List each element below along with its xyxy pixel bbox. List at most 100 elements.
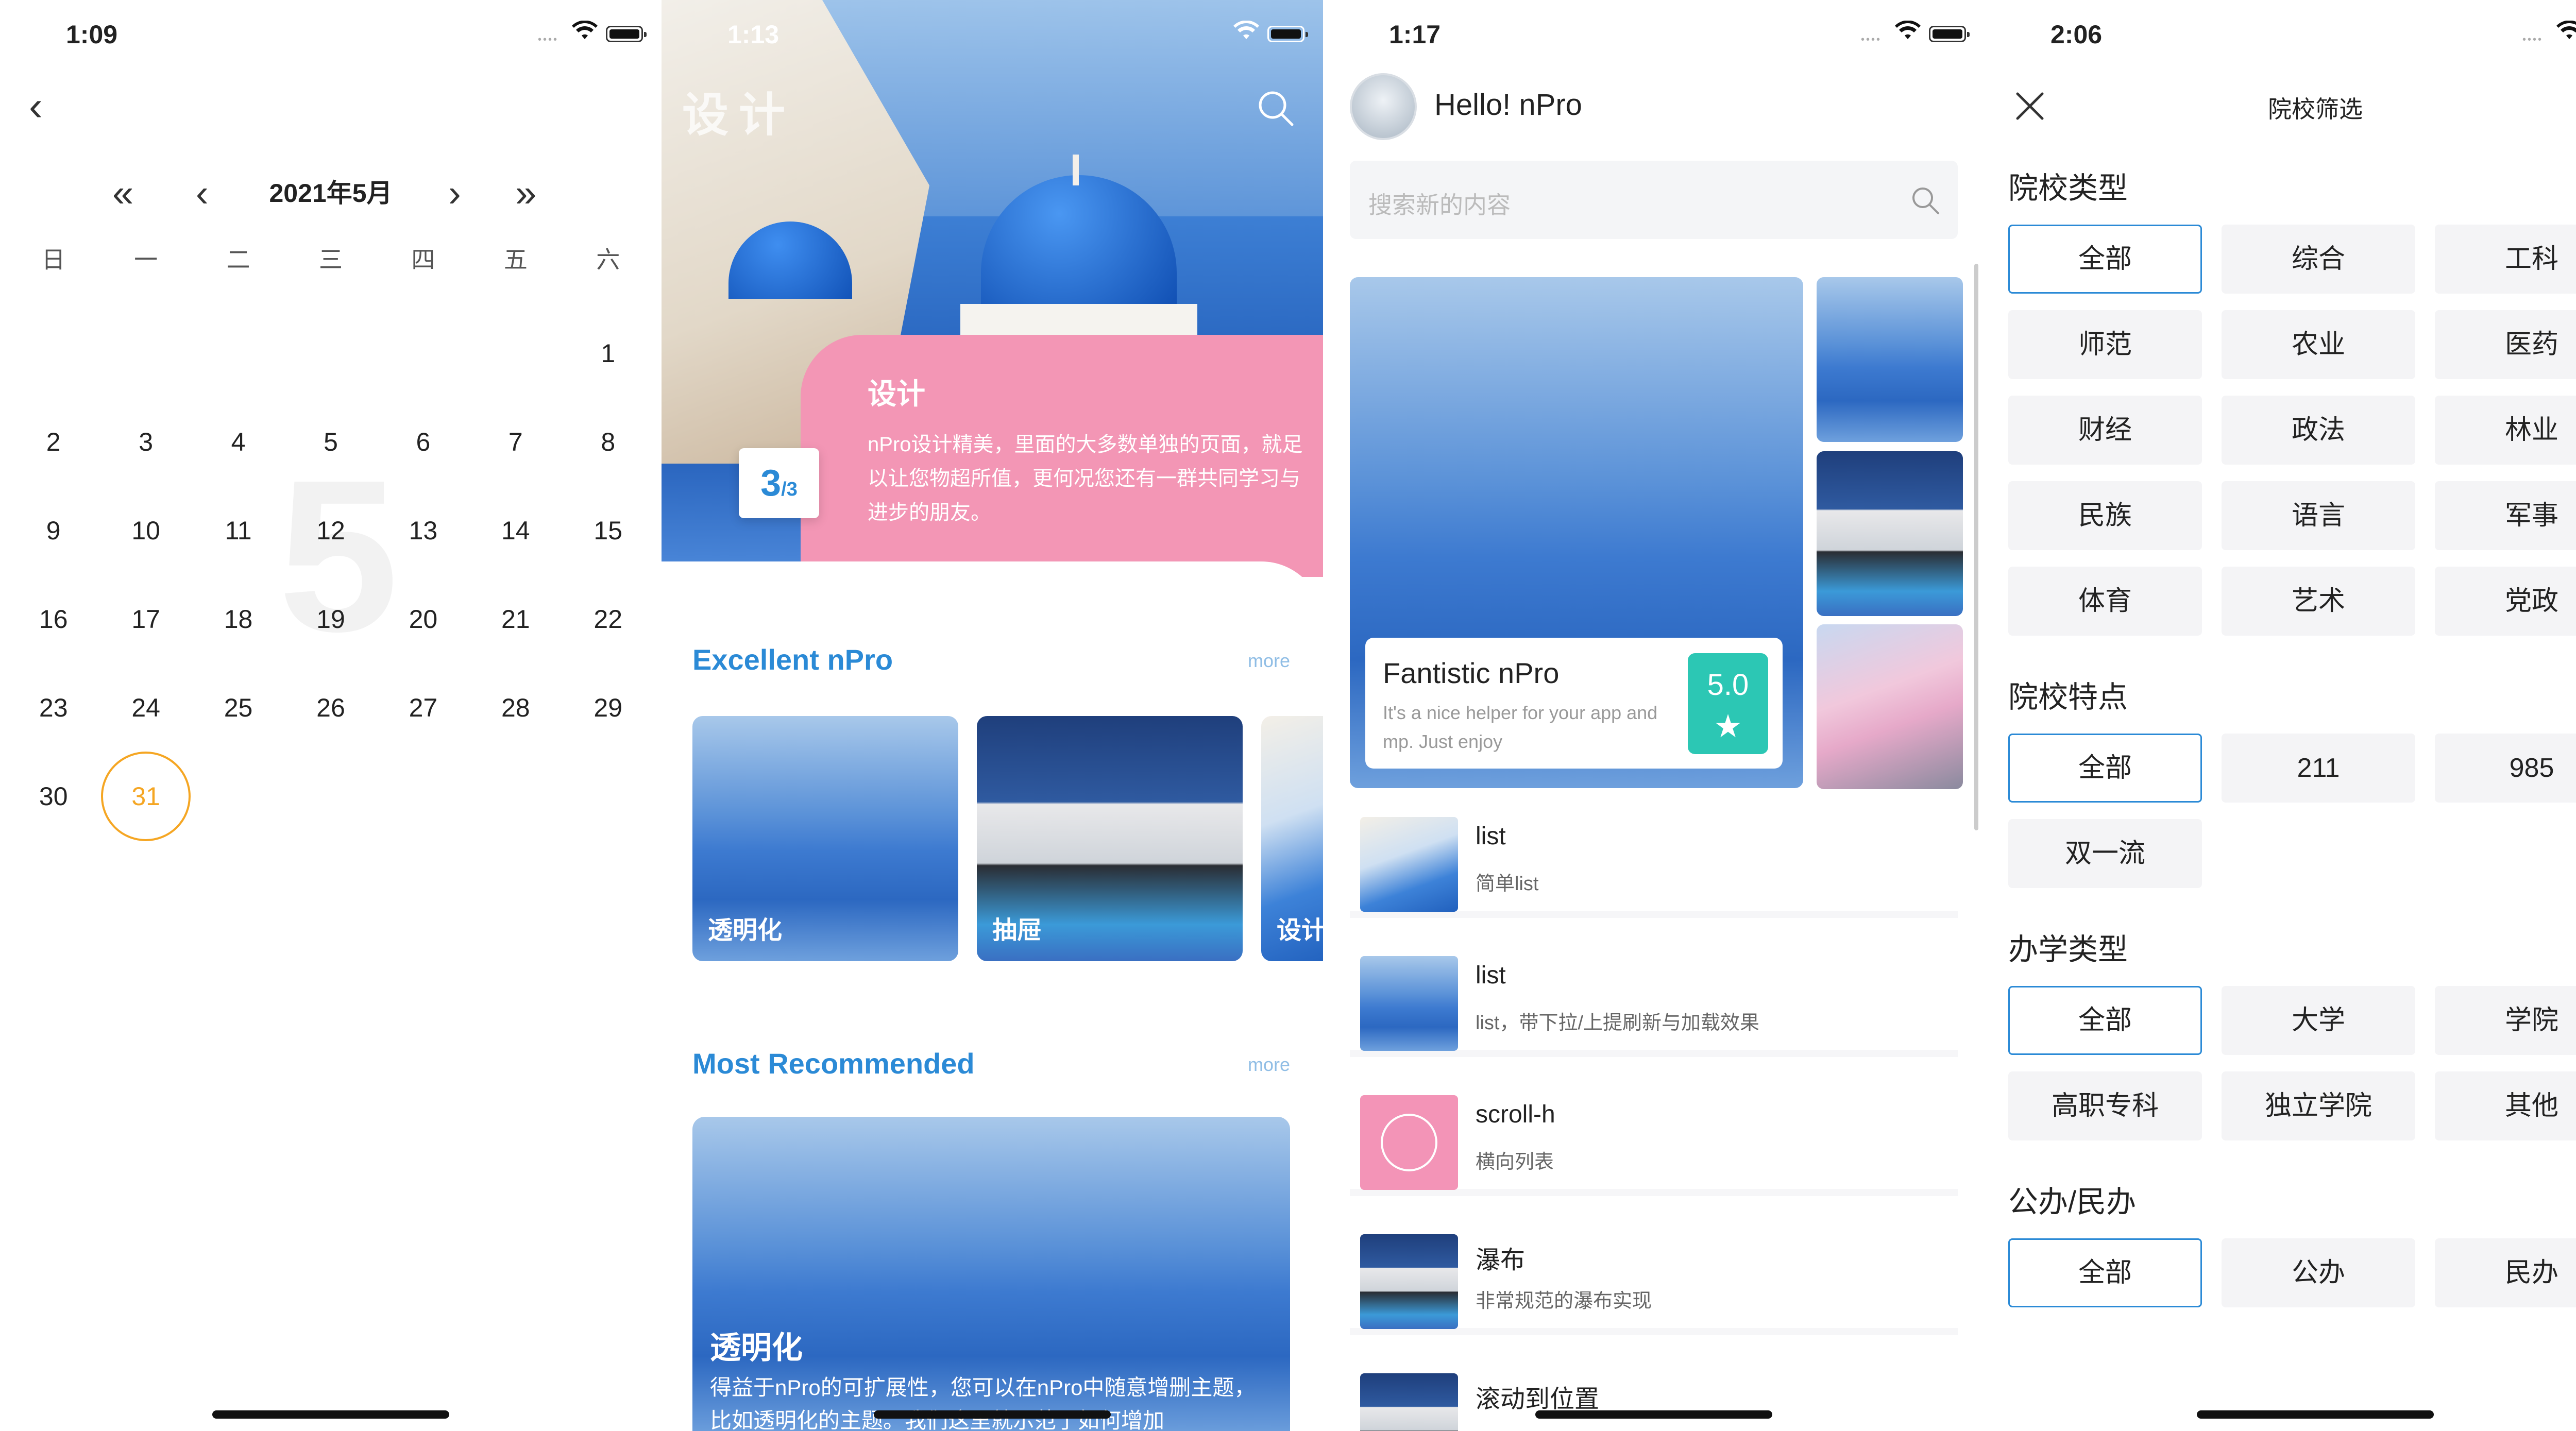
calendar-day[interactable]: 16 [7, 575, 99, 663]
list-item[interactable]: 瀑布 非常规范的瀑布实现 [1350, 1221, 1958, 1335]
search-icon[interactable] [1255, 88, 1296, 129]
calendar-day[interactable]: 25 [192, 663, 284, 752]
calendar-day[interactable]: 21 [469, 575, 562, 663]
filter-option[interactable]: 独立学院 [2222, 1071, 2415, 1140]
filter-option[interactable]: 林业 [2435, 396, 2576, 465]
next-month-button[interactable]: › [448, 170, 461, 216]
section-title-excellent: Excellent nPro [692, 643, 893, 676]
filter-option[interactable]: 政法 [2222, 396, 2415, 465]
calendar-day[interactable]: 18 [192, 575, 284, 663]
more-link[interactable]: more [1248, 1054, 1290, 1076]
calendar-day[interactable]: 7 [469, 398, 562, 486]
filter-option[interactable]: 其他 [2435, 1071, 2576, 1140]
calendar-day[interactable]: 20 [377, 575, 469, 663]
calendar-day[interactable]: 26 [284, 663, 377, 752]
filter-option[interactable]: 体育 [2008, 567, 2202, 636]
calendar-day[interactable]: 12 [284, 486, 377, 575]
list-item[interactable]: list list，带下拉/上提刷新与加载效果 [1350, 943, 1958, 1057]
home-indicator [212, 1410, 449, 1419]
filter-option[interactable]: 高职专科 [2008, 1071, 2202, 1140]
day-number: 9 [46, 516, 61, 545]
filter-option[interactable]: 党政 [2435, 567, 2576, 636]
filter-option[interactable]: 公办 [2222, 1238, 2415, 1307]
side-thumbnail[interactable] [1817, 451, 1963, 616]
wifi-icon [1233, 21, 1259, 39]
home-indicator [1535, 1410, 1772, 1419]
calendar-week: 23 24 25 26 27 28 29 [7, 663, 654, 752]
calendar-day[interactable]: 6 [377, 398, 469, 486]
calendar-day[interactable]: 9 [7, 486, 99, 575]
calendar-day[interactable]: 3 [99, 398, 192, 486]
status-time: 1:13 [727, 20, 779, 49]
battery-icon [606, 26, 647, 42]
filter-option[interactable]: 全部 [2008, 1238, 2202, 1307]
filter-option[interactable]: 985 [2435, 734, 2576, 803]
filter-option[interactable]: 师范 [2008, 310, 2202, 379]
search-input[interactable]: 搜索新的内容 [1350, 161, 1958, 239]
filter-option[interactable]: 双一流 [2008, 819, 2202, 888]
filter-option[interactable]: 全部 [2008, 986, 2202, 1055]
filter-option[interactable]: 工科 [2435, 225, 2576, 294]
list-item[interactable]: scroll-h 横向列表 [1350, 1082, 1958, 1196]
filter-option[interactable]: 学院 [2435, 986, 2576, 1055]
side-thumbnail[interactable] [1817, 277, 1963, 442]
list-item[interactable]: 滚动到位置 [1350, 1360, 1958, 1431]
calendar-day[interactable]: 10 [99, 486, 192, 575]
calendar-day[interactable]: 28 [469, 663, 562, 752]
filter-option[interactable]: 艺术 [2222, 567, 2415, 636]
calendar-day[interactable]: 24 [99, 663, 192, 752]
filter-option[interactable]: 民族 [2008, 481, 2202, 550]
tile-card[interactable]: 设计 [1261, 716, 1323, 961]
calendar-day[interactable]: 1 [562, 309, 654, 398]
scrollbar[interactable] [1974, 264, 1978, 830]
filter-option[interactable]: 211 [2222, 734, 2415, 803]
back-button[interactable]: ‹ [29, 86, 60, 127]
greeting: Hello! nPro [1434, 88, 1582, 122]
filter-option[interactable]: 医药 [2435, 310, 2576, 379]
calendar-day[interactable]: 19 [284, 575, 377, 663]
filter-option[interactable]: 财经 [2008, 396, 2202, 465]
filter-option[interactable]: 综合 [2222, 225, 2415, 294]
calendar-day[interactable]: 30 [7, 752, 99, 841]
star-icon: ★ [1714, 709, 1742, 744]
filter-option[interactable]: 军事 [2435, 481, 2576, 550]
calendar-day[interactable]: 29 [562, 663, 654, 752]
filter-option[interactable]: 全部 [2008, 734, 2202, 803]
calendar-screen: 1:09 •••• ‹ « ‹ 2021年5月 › » 日 一 二 三 四 五 … [0, 0, 662, 1431]
calendar-day[interactable]: 2 [7, 398, 99, 486]
feature-card[interactable]: 设计 nPro设计精美，里面的大多数单独的页面，就足以让您物超所值，更何况您还有… [801, 335, 1323, 577]
design-screen: 设计 1:13 设计 nPro设计精美，里面的大多数单独的页面，就足以让您物超所… [662, 0, 1323, 1431]
recommended-title: 透明化 [710, 1331, 803, 1365]
filter-option[interactable]: 全部 [2008, 225, 2202, 294]
calendar-day[interactable]: 22 [562, 575, 654, 663]
filter-option[interactable]: 语言 [2222, 481, 2415, 550]
tile-card[interactable]: 抽屉 [977, 716, 1243, 961]
avatar[interactable] [1350, 73, 1417, 140]
calendar-day[interactable]: 13 [377, 486, 469, 575]
calendar-day[interactable]: 14 [469, 486, 562, 575]
calendar-day[interactable]: 15 [562, 486, 654, 575]
filter-option[interactable]: 农业 [2222, 310, 2415, 379]
day-number: 8 [601, 428, 616, 456]
more-link[interactable]: more [1248, 650, 1290, 672]
calendar-day[interactable]: 11 [192, 486, 284, 575]
filter-option[interactable]: 民办 [2435, 1238, 2576, 1307]
calendar-day[interactable]: 17 [99, 575, 192, 663]
calendar-day[interactable]: 27 [377, 663, 469, 752]
calendar-day[interactable]: 8 [562, 398, 654, 486]
side-thumbnail[interactable] [1817, 624, 1963, 789]
next-year-button[interactable]: » [515, 170, 536, 216]
recommended-card[interactable]: 透明化 得益于nPro的可扩展性，您可以在nPro中随意增删主题，比如透明化的主… [692, 1117, 1290, 1431]
calendar-day[interactable]: 31 [99, 752, 192, 841]
list-thumbnail [1360, 1373, 1458, 1431]
list-item[interactable]: list 简单list [1350, 804, 1958, 918]
featured-card[interactable]: Fantistic nPro It's a nice helper for yo… [1365, 638, 1783, 769]
day-number: 10 [131, 516, 160, 545]
calendar-day[interactable]: 4 [192, 398, 284, 486]
calendar-day[interactable]: 5 [284, 398, 377, 486]
calendar-day [192, 309, 284, 398]
filter-option[interactable]: 大学 [2222, 986, 2415, 1055]
tile-card[interactable]: 透明化 [692, 716, 958, 961]
calendar-day[interactable]: 23 [7, 663, 99, 752]
signal-icon: •••• [537, 34, 558, 45]
